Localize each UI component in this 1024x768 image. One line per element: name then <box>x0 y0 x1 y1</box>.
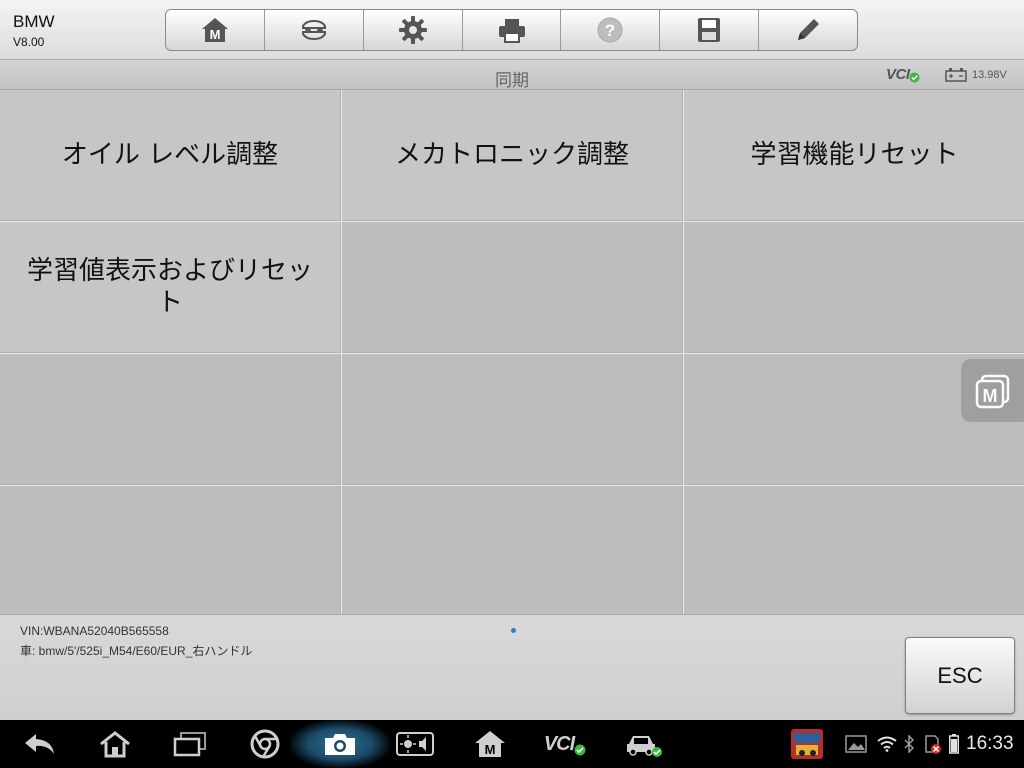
maxisys-button[interactable]: M <box>468 720 512 768</box>
grid-cell-mechatronic[interactable]: メカトロニック調整 <box>342 90 683 221</box>
sim-status <box>920 720 944 768</box>
grid-cell-empty <box>684 222 1024 353</box>
grid-cell-oil-level[interactable]: オイル レベル調整 <box>0 90 341 221</box>
floating-menu-button[interactable]: M <box>961 359 1024 422</box>
browser-button[interactable] <box>243 720 287 768</box>
esc-button[interactable]: ESC <box>905 637 1015 714</box>
vci-nav-label: VCI <box>543 732 575 755</box>
function-grid: オイル レベル調整 メカトロニック調整 学習機能リセット 学習値表示およびリセッ… <box>0 90 1024 617</box>
vehicle-label: 車: bmw/5'/525i_M54/E60/EUR_右ハンドル <box>20 644 253 658</box>
vci-label: VCI <box>886 66 910 83</box>
camera-button[interactable] <box>318 720 362 768</box>
notification-app[interactable] <box>789 720 825 768</box>
settings-button[interactable] <box>364 10 463 50</box>
image-icon <box>845 735 867 753</box>
recent-apps-button[interactable] <box>168 720 212 768</box>
car-icon <box>627 736 662 757</box>
vehicle-nav-button[interactable] <box>620 720 666 768</box>
save-button[interactable] <box>660 10 760 50</box>
connected-check-icon <box>908 72 920 83</box>
bluetooth-status <box>900 720 918 768</box>
battery-level-status <box>946 720 962 768</box>
brand-name: BMW <box>13 12 55 31</box>
wifi-status <box>876 720 898 768</box>
vci-status: VCI <box>886 66 920 83</box>
no-sim-icon <box>925 735 941 754</box>
home-m-icon: M <box>475 731 505 757</box>
svg-text:M: M <box>982 386 997 406</box>
grid-cell-empty <box>0 486 341 617</box>
battery-icon <box>949 734 959 754</box>
grid-cell-empty <box>342 354 683 485</box>
wifi-icon <box>877 736 897 752</box>
home-button[interactable]: M <box>166 10 265 50</box>
home-nav-button[interactable] <box>93 720 137 768</box>
m-app-icon: M <box>975 374 1009 408</box>
camera-icon <box>325 734 355 755</box>
grid-cell-empty <box>684 486 1024 617</box>
svg-text:M: M <box>210 27 221 42</box>
pencil-icon <box>798 19 820 40</box>
battery-voltage: 13.98V <box>972 69 1007 81</box>
grid-cell-learning-reset[interactable]: 学習機能リセット <box>684 90 1024 221</box>
vci-nav-button[interactable]: VCI <box>540 720 590 768</box>
back-button[interactable] <box>18 720 62 768</box>
app-thumbnail-icon <box>791 729 823 759</box>
page-title: 同期 <box>495 71 529 91</box>
back-icon <box>25 734 54 754</box>
system-nav-bar: M VCI 16:33 <box>0 720 1024 768</box>
recent-apps-icon <box>173 732 206 757</box>
home-m-icon: M <box>201 18 228 42</box>
svg-text:?: ? <box>605 21 615 40</box>
status-clock: 16:33 <box>966 733 1014 754</box>
grid-cell-empty <box>342 486 683 617</box>
print-button[interactable] <box>463 10 562 50</box>
svg-text:M: M <box>485 742 496 757</box>
help-button[interactable]: ? <box>561 10 661 50</box>
vehicle-swap-icon <box>301 19 326 41</box>
chrome-icon <box>250 729 280 759</box>
footer-bar: VIN:WBANA52040B565558 車: bmw/5'/525i_M54… <box>0 614 1024 720</box>
edit-button[interactable] <box>759 10 857 50</box>
save-icon <box>698 18 721 42</box>
app-version: V8.00 <box>13 35 45 49</box>
battery-icon <box>945 68 967 82</box>
gear-icon <box>398 16 427 44</box>
brand-block: BMW V8.00 <box>13 12 55 49</box>
title-bar: 同期 VCI 13.98V <box>0 60 1024 91</box>
gallery-status <box>843 720 869 768</box>
vehicle-swap-button[interactable] <box>265 10 364 50</box>
printer-icon <box>498 19 525 43</box>
grid-cell-empty <box>0 354 341 485</box>
vin-label: VIN:WBANA52040B565558 <box>20 624 169 638</box>
bluetooth-icon <box>904 735 915 753</box>
page-indicator <box>511 628 516 633</box>
help-icon: ? <box>597 17 623 43</box>
battery-status: 13.98V <box>945 68 1007 82</box>
grid-cell-empty <box>342 222 683 353</box>
main-toolbar: M ? <box>165 9 858 51</box>
home-icon <box>100 731 130 758</box>
grid-cell-learned-values[interactable]: 学習値表示およびリセット <box>0 222 341 353</box>
connected-check-icon <box>574 744 586 756</box>
brightness-volume-button[interactable] <box>393 720 437 768</box>
top-bar: BMW V8.00 M ? <box>0 0 1024 60</box>
brightness-volume-icon <box>396 732 434 756</box>
